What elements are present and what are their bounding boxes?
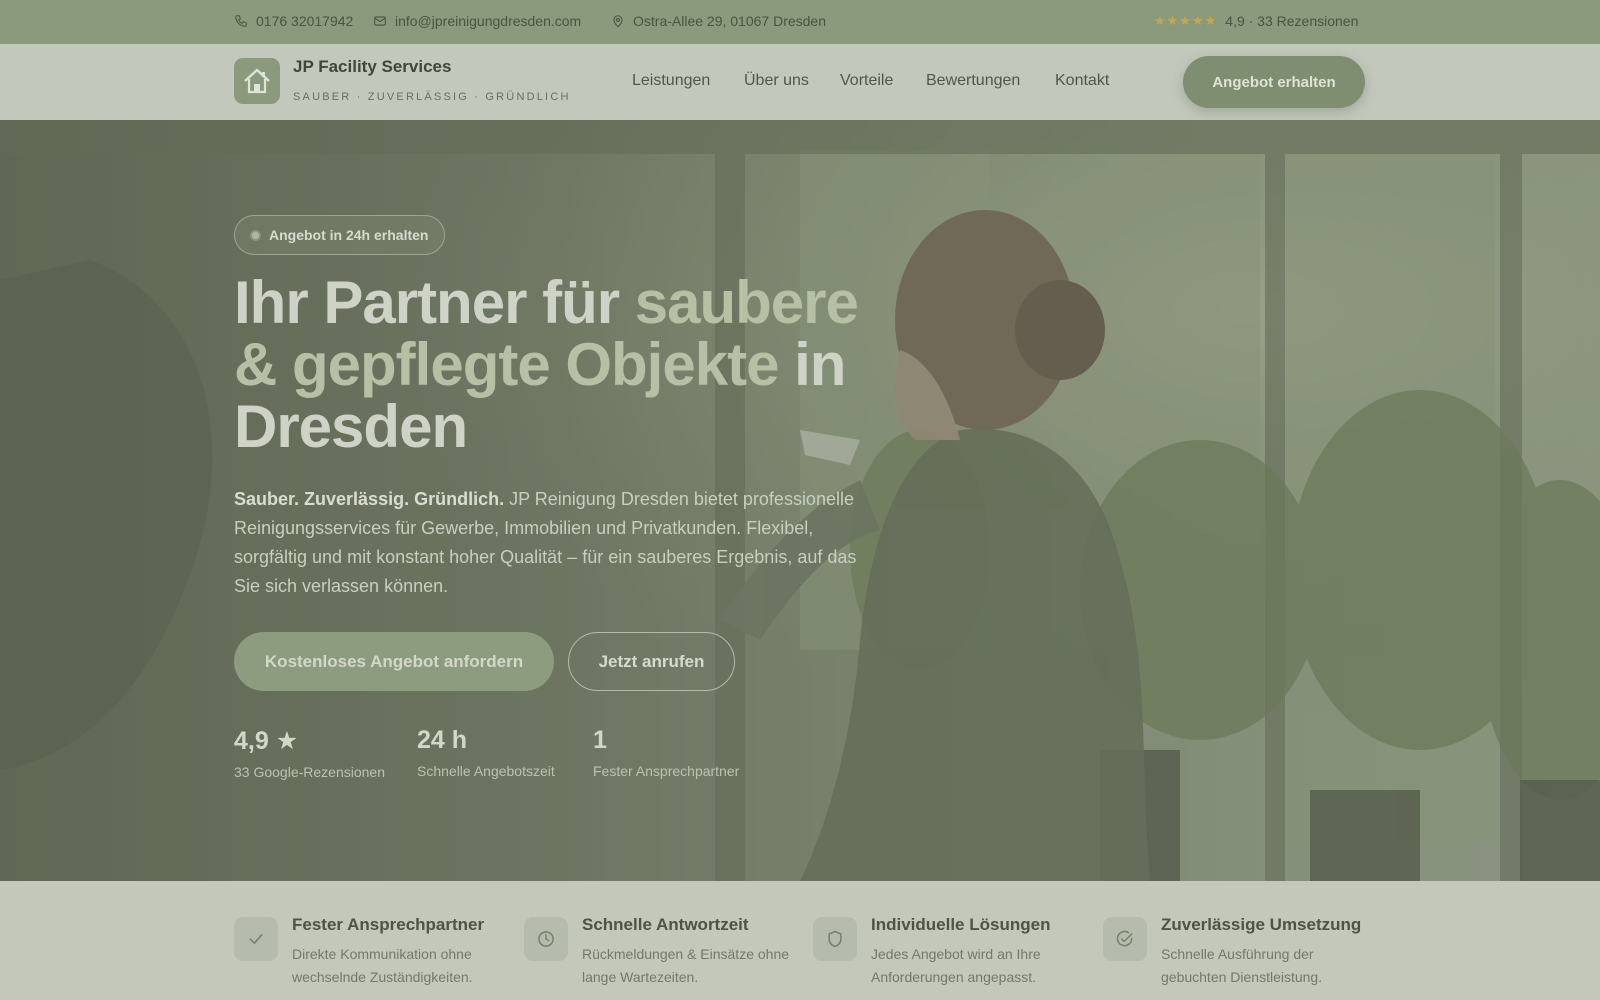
- mail-icon: [374, 16, 386, 26]
- status-dot-icon: [250, 230, 261, 241]
- hero-description-bold: Sauber. Zuverlässig. Gründlich.: [234, 489, 505, 509]
- feature-title: Zuverlässige Umsetzung: [1161, 915, 1362, 934]
- phone-icon: [235, 15, 247, 27]
- hero-description: Sauber. Zuverlässig. Gründlich. JP Reini…: [234, 485, 864, 601]
- feature-title: Schnelle Antwortzeit: [582, 915, 749, 934]
- clock-icon: [538, 931, 554, 947]
- stat-response-time: 24 h Schnelle Angebotszeit: [417, 726, 555, 779]
- check-icon: [249, 934, 263, 944]
- feature-title: Fester Ansprechpartner: [292, 915, 485, 934]
- offer-badge-label: Angebot in 24h erhalten: [269, 227, 429, 243]
- brand-name[interactable]: JP Facility Services: [293, 57, 451, 77]
- hero-section: Angebot in 24h erhalten Ihr Partner für …: [0, 120, 1600, 881]
- check-circle-icon: [1116, 930, 1133, 947]
- top-info-bar: 0176 32017942 info@jpreinigungdresden.co…: [0, 0, 1600, 44]
- main-navigation: JP Facility Services SAUBER · ZUVERLÄSSI…: [0, 44, 1600, 120]
- stat-rating-label: 33 Google-Rezensionen: [234, 764, 385, 780]
- feature-description: Jedes Angebot wird an Ihre Anforderungen…: [871, 946, 1041, 985]
- rating-summary[interactable]: ★★★★★ 4,9 · 33 Rezensionen: [1154, 13, 1358, 29]
- feature-description: Direkte Kommunikation ohne wechselnde Zu…: [292, 946, 473, 985]
- logo[interactable]: [234, 58, 280, 104]
- nav-link-kontakt[interactable]: Kontakt: [1055, 72, 1109, 90]
- stat-response-label: Schnelle Angebotszeit: [417, 763, 555, 779]
- address-text: Ostra-Allee 29, 01067 Dresden: [633, 13, 826, 29]
- stat-rating-value: 4,9 ★: [234, 727, 299, 755]
- rating-text: 4,9 · 33 Rezensionen: [1225, 13, 1359, 29]
- feature-description: Schnelle Ausführung der gebuchten Dienst…: [1161, 946, 1323, 985]
- brand-tagline: SAUBER · ZUVERLÄSSIG · GRÜNDLICH: [293, 91, 571, 103]
- shield-icon: [828, 930, 842, 948]
- stat-contact-label: Fester Ansprechpartner: [593, 763, 740, 779]
- nav-link-leistungen[interactable]: Leistungen: [632, 72, 710, 90]
- email-address: info@jpreinigungdresden.com: [395, 13, 582, 29]
- request-free-offer-button[interactable]: Kostenloses Angebot anfordern: [234, 632, 554, 691]
- email-link[interactable]: info@jpreinigungdresden.com: [373, 13, 581, 29]
- call-now-button[interactable]: Jetzt anrufen: [568, 632, 735, 691]
- phone-number: 0176 32017942: [256, 13, 354, 29]
- nav-link-vorteile[interactable]: Vorteile: [840, 72, 893, 90]
- stat-contact-value: 1: [593, 726, 607, 754]
- nav-link-ueber-uns[interactable]: Über uns: [744, 72, 809, 90]
- headline-part-1: Ihr Partner für: [234, 269, 635, 336]
- address-link[interactable]: Ostra-Allee 29, 01067 Dresden: [611, 13, 826, 29]
- stat-response-value: 24 h: [417, 726, 468, 754]
- hero-headline: Ihr Partner für saubere & gepflegte Obje…: [234, 272, 914, 458]
- nav-link-bewertungen[interactable]: Bewertungen: [926, 72, 1020, 90]
- feature-title: Individuelle Lösungen: [871, 915, 1051, 934]
- stat-rating: 4,9 ★ 33 Google-Rezensionen: [234, 726, 385, 780]
- location-pin-icon: [613, 15, 623, 28]
- rating-stars-icon: ★★★★★: [1154, 13, 1218, 28]
- house-logo-icon: [244, 68, 270, 94]
- phone-link[interactable]: 0176 32017942: [234, 13, 353, 29]
- get-offer-button[interactable]: Angebot erhalten: [1183, 56, 1365, 108]
- offer-24h-badge: Angebot in 24h erhalten: [234, 215, 446, 255]
- feature-description: Rückmeldungen & Einsätze ohne lange Wart…: [582, 946, 790, 985]
- stat-contact-person: 1 Fester Ansprechpartner: [593, 726, 739, 779]
- features-strip: Fester Ansprechpartner Direkte Kommunika…: [0, 881, 1600, 1000]
